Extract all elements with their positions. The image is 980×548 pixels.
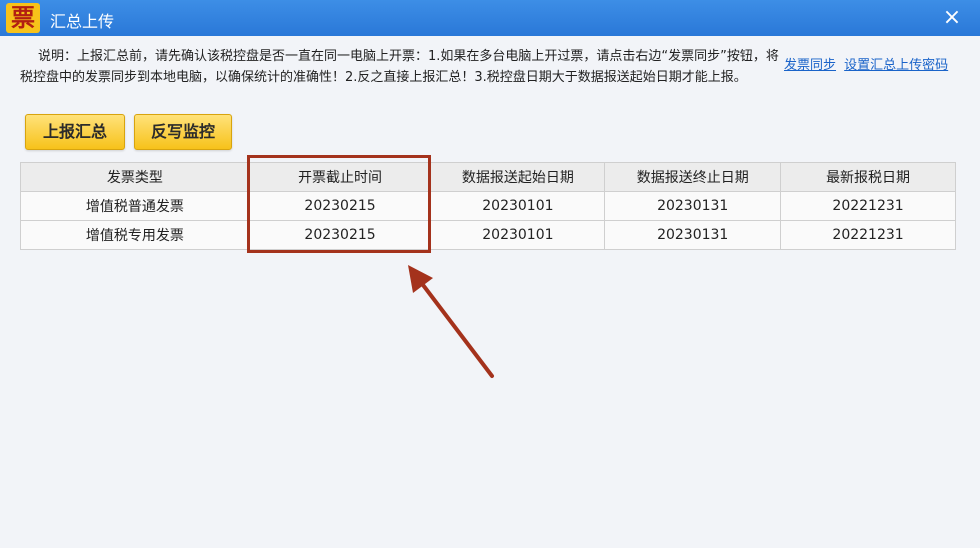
header-invoice-type[interactable]: 发票类型 xyxy=(20,162,250,192)
window-title: 汇总上传 xyxy=(50,12,115,31)
submit-summary-button[interactable]: 上报汇总 xyxy=(25,114,125,150)
cell-latest-tax-date: 20221231 xyxy=(780,220,956,250)
title-bar: 票 汇总上传 × xyxy=(0,0,980,36)
invoice-logo-icon: 票 xyxy=(6,3,40,33)
header-report-start-date[interactable]: 数据报送起始日期 xyxy=(430,162,606,192)
cell-issue-deadline: 20230215 xyxy=(248,220,432,250)
link-group: 发票同步 设置汇总上传密码 xyxy=(784,54,952,73)
invoice-sync-link[interactable]: 发票同步 xyxy=(784,58,836,73)
cell-report-start-date: 20230101 xyxy=(430,220,606,250)
header-latest-tax-date[interactable]: 最新报税日期 xyxy=(780,162,956,192)
table-row[interactable]: 增值税专用发票 20230215 20230101 20230131 20221… xyxy=(20,220,956,250)
cell-invoice-type: 增值税专用发票 xyxy=(20,220,250,250)
table-row[interactable]: 增值税普通发票 20230215 20230101 20230131 20221… xyxy=(20,191,956,221)
close-icon[interactable]: × xyxy=(940,6,964,30)
write-back-monitor-button[interactable]: 反写监控 xyxy=(134,114,232,150)
cell-report-end-date: 20230131 xyxy=(604,191,782,221)
header-report-end-date[interactable]: 数据报送终止日期 xyxy=(604,162,782,192)
cell-latest-tax-date: 20221231 xyxy=(780,191,956,221)
cell-report-end-date: 20230131 xyxy=(604,220,782,250)
header-issue-deadline[interactable]: 开票截止时间 xyxy=(248,162,432,192)
notice-text: 说明：上报汇总前，请先确认该税控盘是否一直在同一电脑上开票：1.如果在多台电脑上… xyxy=(20,49,779,85)
cell-report-start-date: 20230101 xyxy=(430,191,606,221)
set-upload-password-link[interactable]: 设置汇总上传密码 xyxy=(844,58,948,73)
cell-issue-deadline: 20230215 xyxy=(248,191,432,221)
table-header-row: 发票类型 开票截止时间 数据报送起始日期 数据报送终止日期 最新报税日期 xyxy=(20,162,956,192)
cell-invoice-type: 增值税普通发票 xyxy=(20,191,250,221)
summary-table: 发票类型 开票截止时间 数据报送起始日期 数据报送终止日期 最新报税日期 增值税… xyxy=(20,162,956,250)
